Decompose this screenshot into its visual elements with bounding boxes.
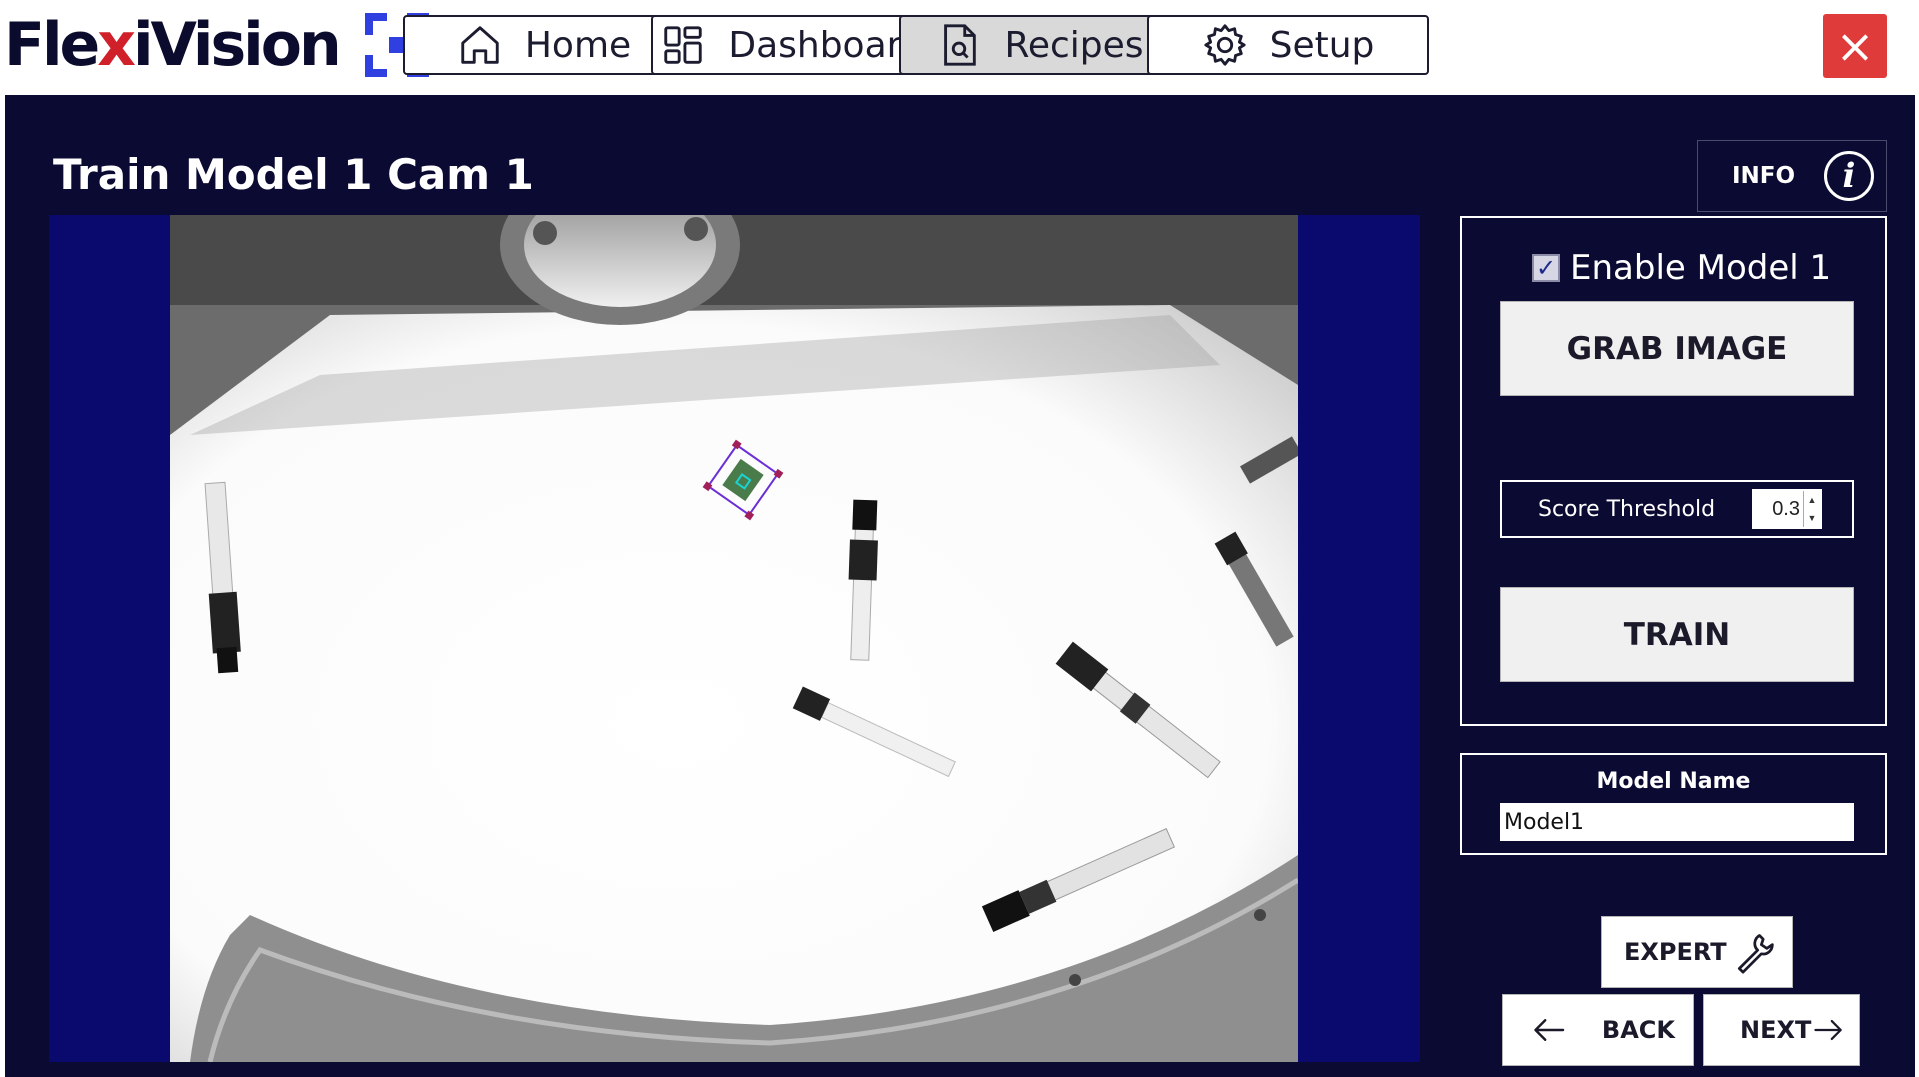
home-icon bbox=[461, 26, 499, 64]
nav-home-button[interactable]: Home bbox=[403, 15, 685, 75]
wrench-icon bbox=[1737, 934, 1774, 974]
gear-icon bbox=[1203, 24, 1246, 66]
info-icon: i bbox=[1824, 151, 1874, 201]
expert-button[interactable]: EXPERT bbox=[1601, 916, 1793, 988]
nav-home-label: Home bbox=[524, 24, 632, 66]
arrow-left-icon bbox=[1534, 1019, 1565, 1041]
logo-wordmark: FlexiVision bbox=[4, 10, 342, 80]
nav-dashboard-label: Dashboard bbox=[728, 24, 924, 66]
enable-model-checkbox[interactable]: ✓ bbox=[1532, 254, 1560, 282]
nav-recipes-label: Recipes bbox=[1004, 24, 1144, 66]
next-label: NEXT bbox=[1740, 1016, 1812, 1044]
back-button[interactable]: BACK bbox=[1502, 994, 1694, 1066]
spin-up-icon[interactable]: ▲ bbox=[1804, 491, 1820, 509]
score-threshold-spinbox[interactable]: 0.3 ▲ ▼ bbox=[1752, 489, 1822, 529]
page-title: Train Model 1 Cam 1 bbox=[53, 150, 534, 199]
score-threshold-value[interactable]: 0.3 bbox=[1772, 498, 1800, 521]
model-name-panel: Model Name bbox=[1460, 753, 1887, 855]
info-button[interactable]: INFO i bbox=[1697, 140, 1887, 212]
info-label: INFO bbox=[1732, 163, 1796, 189]
flexivision-logo: FlexiVision bbox=[4, 10, 429, 80]
checkmark-icon: ✓ bbox=[1535, 254, 1557, 282]
recipe-document-icon bbox=[944, 24, 977, 66]
dashboard-icon bbox=[664, 26, 703, 64]
spin-down-icon[interactable]: ▼ bbox=[1804, 509, 1820, 527]
nav-setup-label: Setup bbox=[1269, 24, 1375, 66]
back-label: BACK bbox=[1601, 1016, 1675, 1044]
close-icon: × bbox=[1835, 19, 1875, 73]
score-threshold-row: Score Threshold 0.3 ▲ ▼ bbox=[1500, 480, 1854, 538]
grab-image-button[interactable]: GRAB IMAGE bbox=[1500, 301, 1854, 396]
nav-setup-button[interactable]: Setup bbox=[1147, 15, 1429, 75]
score-threshold-label: Score Threshold bbox=[1538, 496, 1716, 522]
train-button[interactable]: TRAIN bbox=[1500, 587, 1854, 682]
arrow-right-icon bbox=[1814, 1019, 1843, 1041]
nav-recipes-button[interactable]: Recipes bbox=[899, 15, 1181, 75]
camera-image[interactable] bbox=[170, 215, 1298, 1062]
expert-label: EXPERT bbox=[1624, 938, 1727, 966]
enable-model-row[interactable]: ✓ Enable Model 1 bbox=[1532, 248, 1831, 288]
nav-dashboard-button[interactable]: Dashboard bbox=[651, 15, 933, 75]
close-button[interactable]: × bbox=[1823, 14, 1887, 78]
model-name-label: Model Name bbox=[1596, 769, 1751, 794]
model-settings-panel: ✓ Enable Model 1 GRAB IMAGE Score Thresh… bbox=[1460, 216, 1887, 726]
enable-model-label: Enable Model 1 bbox=[1570, 248, 1832, 288]
next-button[interactable]: NEXT bbox=[1703, 994, 1860, 1066]
model-name-input[interactable] bbox=[1500, 803, 1854, 841]
top-bar: FlexiVision Home Dashboard Recipes Setup… bbox=[0, 0, 1919, 95]
